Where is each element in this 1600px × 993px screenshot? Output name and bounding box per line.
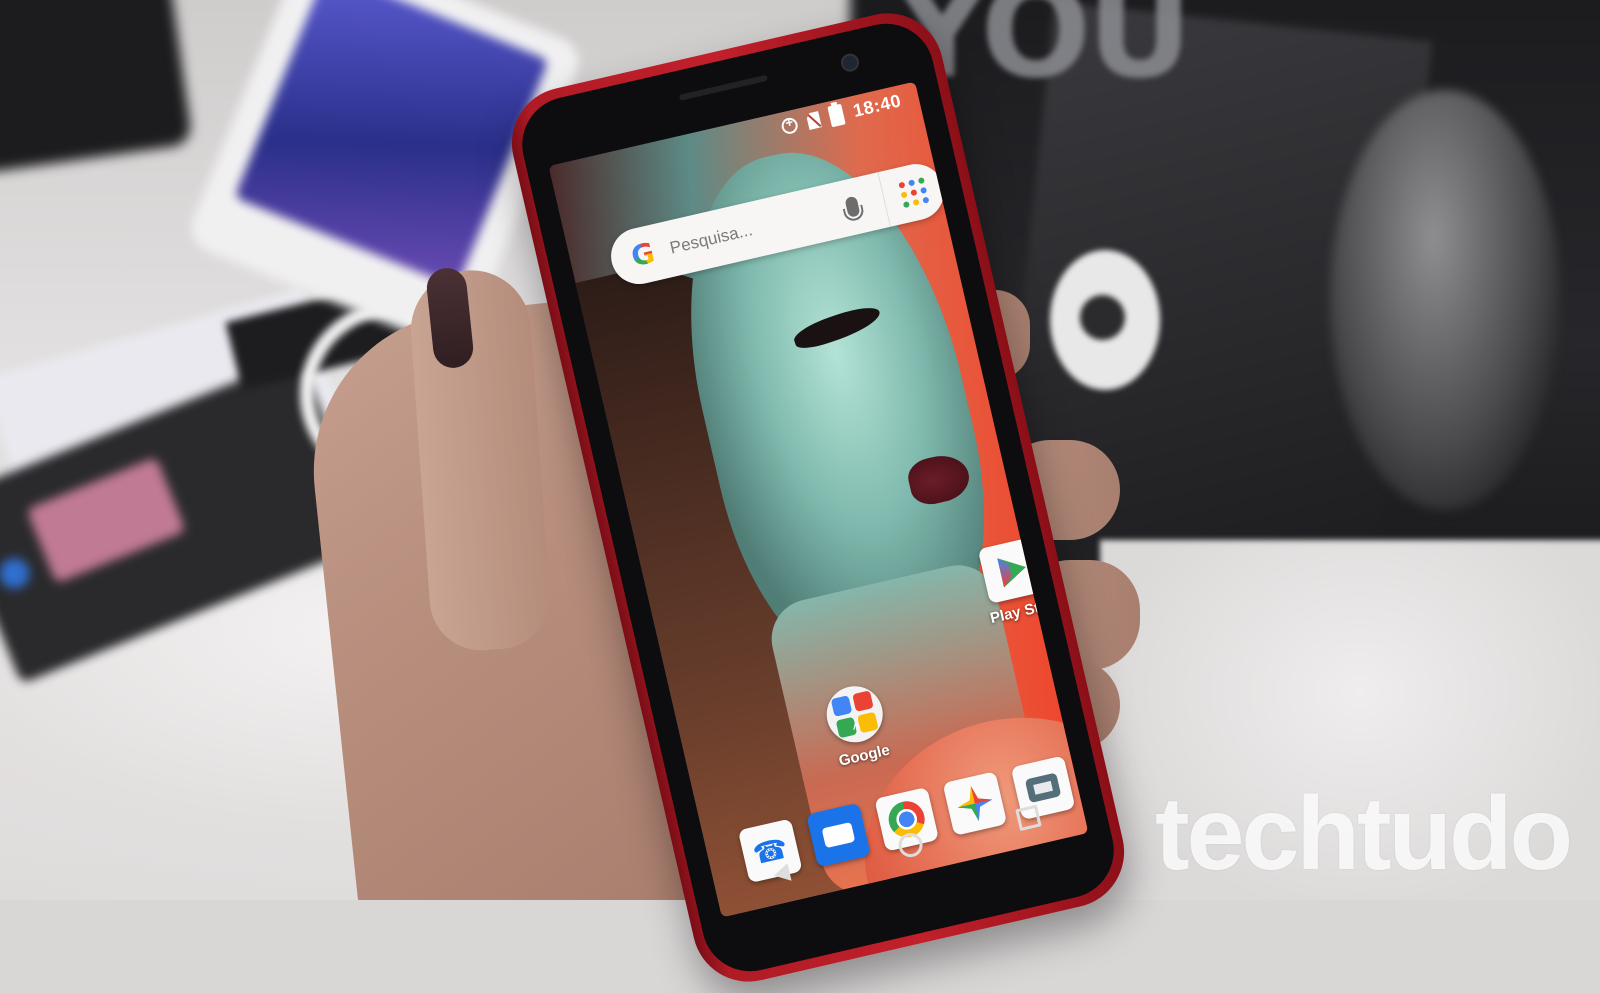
mic-icon[interactable] xyxy=(844,195,861,218)
play-store-icon[interactable] xyxy=(977,536,1045,604)
status-time: 18:40 xyxy=(851,89,903,121)
background-phone-screen xyxy=(234,0,549,288)
home-icon[interactable] xyxy=(896,830,925,860)
recents-icon[interactable] xyxy=(1015,804,1042,832)
blue-logo xyxy=(0,553,34,593)
front-camera-icon xyxy=(839,51,861,74)
battery-icon xyxy=(827,103,847,127)
no-sim-icon xyxy=(806,110,822,129)
poster-face xyxy=(1330,90,1560,510)
earpiece xyxy=(678,74,768,101)
selfie-ring-light xyxy=(1050,250,1160,390)
app-drawer-icon[interactable] xyxy=(877,158,950,227)
pink-phone xyxy=(26,456,187,584)
techtudo-watermark: techtudo xyxy=(1155,776,1573,892)
data-saver-icon xyxy=(780,116,800,136)
back-icon[interactable] xyxy=(771,863,792,885)
google-logo-icon[interactable]: G xyxy=(621,234,664,277)
dark-corner-object xyxy=(0,0,193,175)
